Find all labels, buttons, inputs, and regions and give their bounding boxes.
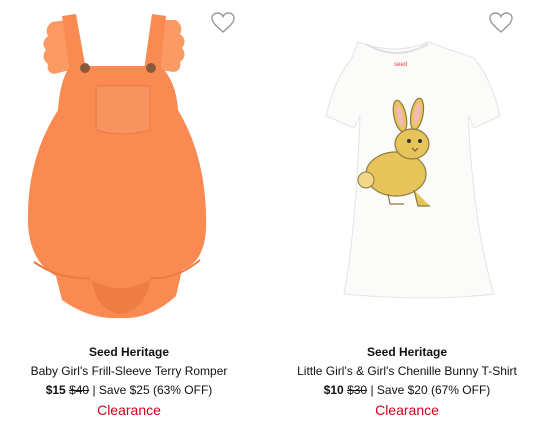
clearance-badge: Clearance xyxy=(97,402,161,418)
product-name[interactable]: Little Girl's & Girl's Chenille Bunny T-… xyxy=(278,364,535,378)
original-price: $30 xyxy=(347,383,368,397)
product-brand[interactable]: Seed Heritage xyxy=(0,345,258,359)
product-image-bunny-tshirt[interactable]: seed xyxy=(278,0,535,335)
product-card[interactable]: seed Seed Heritage Little Girl's & Girl'… xyxy=(278,0,535,438)
product-name[interactable]: Baby Girl's Frill-Sleeve Terry Romper xyxy=(0,364,258,378)
product-price: $15 $40 | Save $25 (63% OFF) xyxy=(0,383,258,397)
product-brand[interactable]: Seed Heritage xyxy=(278,345,535,359)
savings-text: | Save $20 (67% OFF) xyxy=(370,383,491,397)
savings-text: | Save $25 (63% OFF) xyxy=(92,383,213,397)
sale-price: $15 xyxy=(45,383,66,397)
svg-text:seed: seed xyxy=(394,62,407,68)
product-image-romper[interactable] xyxy=(0,0,258,335)
original-price: $40 xyxy=(69,383,90,397)
sale-price: $10 xyxy=(323,383,344,397)
product-card[interactable]: Seed Heritage Baby Girl's Frill-Sleeve T… xyxy=(0,0,258,438)
clearance-badge: Clearance xyxy=(375,402,439,418)
heart-outline-icon[interactable] xyxy=(210,11,236,35)
heart-outline-icon[interactable] xyxy=(488,11,514,35)
product-price: $10 $30 | Save $20 (67% OFF) xyxy=(278,383,535,397)
